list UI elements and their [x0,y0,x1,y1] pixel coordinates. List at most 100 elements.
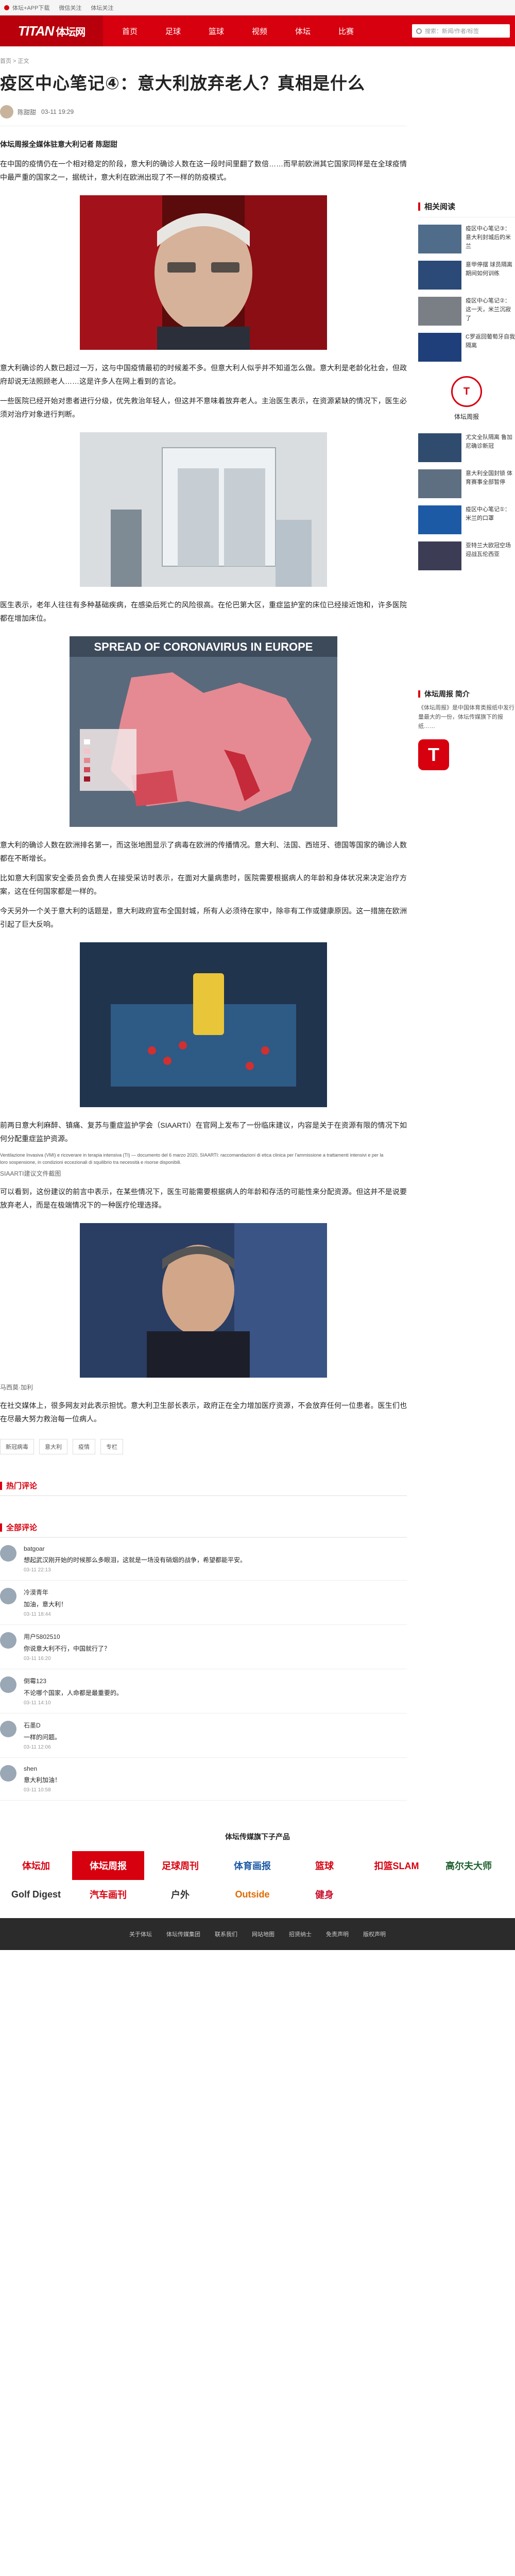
search-input[interactable]: 搜索：新闻/作者/标签 [412,24,510,38]
commenter-avatar[interactable] [0,1676,16,1693]
topbar-wechat-link[interactable]: 微信关注 [59,4,81,12]
related-thumbnail [418,297,461,326]
brands-title: 体坛传媒旗下子产品 [225,1833,290,1841]
brand-logo[interactable]: Outside [216,1880,288,1909]
brand-logo[interactable]: 汽车画刊 [72,1880,144,1909]
related-thumbnail [418,225,461,253]
brand-logo[interactable]: 篮球 [288,1851,360,1880]
related-thumbnail [418,541,461,570]
brand-list: 体坛加 体坛周报 足球周刊 体育画报 篮球 扣篮SLAM 高尔夫大师 Golf … [0,1842,515,1909]
comment-text: 加油，意大利！ [24,1601,67,1608]
tag-list: 新冠病毒 意大利 疫情 专栏 [0,1439,407,1454]
commenter-avatar[interactable] [0,1545,16,1562]
article-column: 首页 > 正文 疫区中心笔记④：意大利放弃老人？真相是什么 陈甜甜 03-11 … [0,46,407,1801]
related-item[interactable]: 意甲停摆 球员隔离期间如何训练 [418,261,515,290]
official-photo-image [80,1223,327,1378]
related-item[interactable]: 亚特兰大欧冠空场迎战瓦伦西亚 [418,541,515,570]
footer-link[interactable]: 关于体坛 [129,1930,152,1938]
related-title: 疫区中心笔记③：意大利封城后的米兰 [466,226,511,249]
logo-text: TITAN [18,23,55,39]
brand-logo[interactable]: 体坛加 [0,1851,72,1880]
brand-logo[interactable]: 体育画报 [216,1851,288,1880]
paragraph: 可以看到，这份建议的前言中表示，在某些情况下，医生可能需要根据病人的年龄和存活的… [0,1188,407,1209]
tag[interactable]: 疫情 [73,1439,95,1454]
commenter-avatar[interactable] [0,1588,16,1604]
image-caption: SIAARTI建议文件截图 [0,1170,61,1177]
paragraph: 意大利确诊的人数已超过一万，这与中国疫情最初的时候差不多。但意大利人似乎并不知道… [0,364,407,385]
commenter-name[interactable]: 冷漠青年 [24,1588,67,1597]
related-reading-header: 相关阅读 [418,201,515,217]
comment-time: 03-11 18:44 [24,1612,51,1617]
author-profile-avatar[interactable]: T [451,376,482,407]
related-item[interactable]: 意大利全国封锁 体育赛事全部暂停 [418,469,515,498]
brand-logo[interactable]: 健身 [288,1880,360,1909]
related-thumbnail [418,469,461,498]
commenter-avatar[interactable] [0,1765,16,1782]
section-bar [0,1481,2,1490]
brand-logo[interactable]: 扣篮SLAM [360,1851,433,1880]
tag[interactable]: 意大利 [39,1439,67,1454]
nav-item-football[interactable]: 足球 [151,26,195,37]
author-avatar[interactable] [0,105,13,118]
comment-item: batgoar 想起武汉刚开始的时候那么多眼泪，这就是一场没有硝烟的战争，希望都能… [0,1538,407,1581]
author-name[interactable]: 陈甜甜 [18,108,36,116]
commenter-avatar[interactable] [0,1632,16,1649]
commenter-name[interactable]: 倒霉123 [24,1676,123,1685]
comment-text: 你说意大利不行，中国就行了？ [24,1645,111,1652]
brand-logo[interactable]: 体坛周报 [72,1851,144,1880]
image-caption: 马西莫·加利 [0,1384,33,1391]
photo-official [0,1223,407,1378]
map-europe: SPREAD OF CORONAVIRUS IN EUROPE [0,636,407,827]
footer-link[interactable]: 体坛传媒集团 [166,1930,200,1938]
nav-item-basketball[interactable]: 篮球 [195,26,238,37]
author-profile-name[interactable]: 体坛周报 [418,412,515,421]
related-item[interactable]: 尤文全队隔离 鲁加尼确诊新冠 [418,433,515,462]
related-item[interactable]: 疫区中心笔记②：这一天，米兰沉寂了 [418,297,515,326]
section-title: 体坛周报 简介 [424,690,470,698]
section-title: 热门评论 [6,1482,38,1490]
footer-link[interactable]: 网站地图 [252,1930,274,1938]
author-profile: T 体坛周报 [418,376,515,421]
paragraph: 在社交媒体上，很多网友对此表示担忧。意大利卫生部长表示，政府正在全力增加医疗资源… [0,1401,407,1423]
footer-link[interactable]: 免责声明 [326,1930,349,1938]
nav-item-match[interactable]: 比赛 [324,26,368,37]
topbar-follow-link[interactable]: 体坛关注 [91,4,113,12]
commenter-avatar[interactable] [0,1721,16,1737]
related-item[interactable]: 疫区中心笔记③：意大利封城后的米兰 [418,225,515,253]
nav-item-video[interactable]: 视频 [238,26,281,37]
topbar-app-link[interactable]: 体坛+APP下载 [4,4,49,12]
breadcrumb[interactable]: 首页 > 正文 [0,57,407,65]
app-logo-icon[interactable]: T [418,739,449,770]
related-thumbnail [418,505,461,534]
site-logo[interactable]: TITAN 体坛网 [0,15,103,46]
top-utility-bar: 体坛+APP下载 微信关注 体坛关注 [0,0,515,15]
nav-item-home[interactable]: 首页 [108,26,151,37]
comment-text: 不论哪个国家，人命都是最重要的。 [24,1689,123,1697]
coronavirus-map-image: SPREAD OF CORONAVIRUS IN EUROPE [70,636,337,827]
related-item[interactable]: C罗返回葡萄牙自我隔离 [418,333,515,362]
footer-link[interactable]: 版权声明 [363,1930,386,1938]
photo-lab [0,942,407,1107]
commenter-name[interactable]: 用户5802510 [24,1632,110,1641]
tag[interactable]: 专栏 [100,1439,123,1454]
commenter-name[interactable]: shen [24,1765,61,1772]
brand-logo[interactable]: 户外 [144,1880,216,1909]
brand-logo[interactable]: Golf Digest [0,1880,72,1909]
footer-link[interactable]: 招贤纳士 [289,1930,312,1938]
main-nav: TITAN 体坛网 首页 足球 篮球 视频 体坛 比赛 搜索：新闻/作者/标签 [0,15,515,46]
paragraph: 一些医院已经开始对患者进行分级，优先救治年轻人，但这并不意味着放弃老人。主治医生… [0,397,407,418]
comment-text: 意大利加油！ [24,1776,61,1784]
related-item[interactable]: 疫区中心笔记①：米兰的口罩 [418,505,515,534]
brand-logo[interactable]: 足球周刊 [144,1851,216,1880]
publish-date: 03-11 19:29 [41,108,74,115]
lab-photo-image [80,942,327,1107]
section-bar [418,690,420,698]
nav-item-titan[interactable]: 体坛 [281,26,324,37]
brand-logo[interactable]: 高尔夫大师 [433,1851,505,1880]
tag[interactable]: 新冠病毒 [0,1439,34,1454]
commenter-name[interactable]: 石墨D [24,1721,61,1730]
comment-time: 03-11 16:20 [24,1656,51,1662]
footer-link[interactable]: 联系我们 [215,1930,237,1938]
commenter-name[interactable]: batgoar [24,1545,246,1552]
comment-text: 想起武汉刚开始的时候那么多眼泪，这就是一场没有硝烟的战争，希望都能平安。 [24,1556,247,1564]
